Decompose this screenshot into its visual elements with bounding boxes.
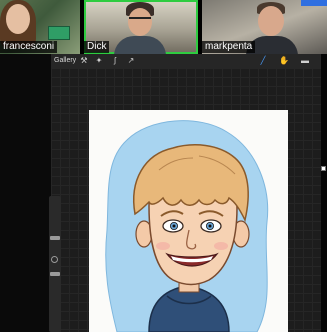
drawing-canvas[interactable] <box>89 110 288 332</box>
participant-tile-markpenta[interactable]: markpenta <box>202 0 327 54</box>
modify-button[interactable] <box>51 256 58 263</box>
gallery-button[interactable]: Gallery <box>54 56 76 66</box>
selection-icon[interactable]: ʃ <box>110 55 120 67</box>
brush-icon[interactable]: ╱ <box>258 55 268 67</box>
participant-tile-francesconi[interactable]: francesconi <box>0 0 80 54</box>
right-cheek <box>214 242 228 250</box>
screen: francesconi Dick markpenta Gallery ⚒ ✦ ʃ… <box>0 0 327 332</box>
right-pupil <box>208 224 212 228</box>
glasses <box>129 17 151 21</box>
brush-size-slider-handle[interactable] <box>50 236 60 240</box>
participant-body <box>114 36 166 54</box>
blue-indicator <box>301 0 327 6</box>
left-pupil <box>172 224 176 228</box>
participant-tile-dick[interactable]: Dick <box>84 0 198 54</box>
canvas-area[interactable] <box>51 68 321 332</box>
wrench-icon[interactable]: ⚒ <box>79 55 89 67</box>
window-edge <box>321 54 327 332</box>
transform-icon[interactable]: ↗ <box>126 55 136 67</box>
magic-wand-icon[interactable]: ✦ <box>94 55 104 67</box>
brush-settings-sidebar[interactable] <box>49 196 61 332</box>
participant-face <box>6 4 30 34</box>
resize-handle[interactable] <box>321 166 326 171</box>
app-toolbar: Gallery ⚒ ✦ ʃ ↗ ╱ ✋ ▬ <box>51 54 321 68</box>
smudge-icon[interactable]: ✋ <box>279 55 289 67</box>
participant-face <box>258 6 284 36</box>
participant-face <box>128 8 152 36</box>
video-call-strip: francesconi Dick markpenta <box>0 0 327 54</box>
opacity-slider-handle[interactable] <box>50 272 60 276</box>
caricature-drawing <box>105 120 269 332</box>
participant-name: markpenta <box>202 41 256 53</box>
participant-name: Dick <box>84 41 110 53</box>
background-monitor <box>48 26 70 40</box>
participant-name: francesconi <box>0 41 58 53</box>
eraser-icon[interactable]: ▬ <box>300 55 310 67</box>
drawing-app: Gallery ⚒ ✦ ʃ ↗ ╱ ✋ ▬ <box>51 54 321 332</box>
left-cheek <box>156 242 170 250</box>
